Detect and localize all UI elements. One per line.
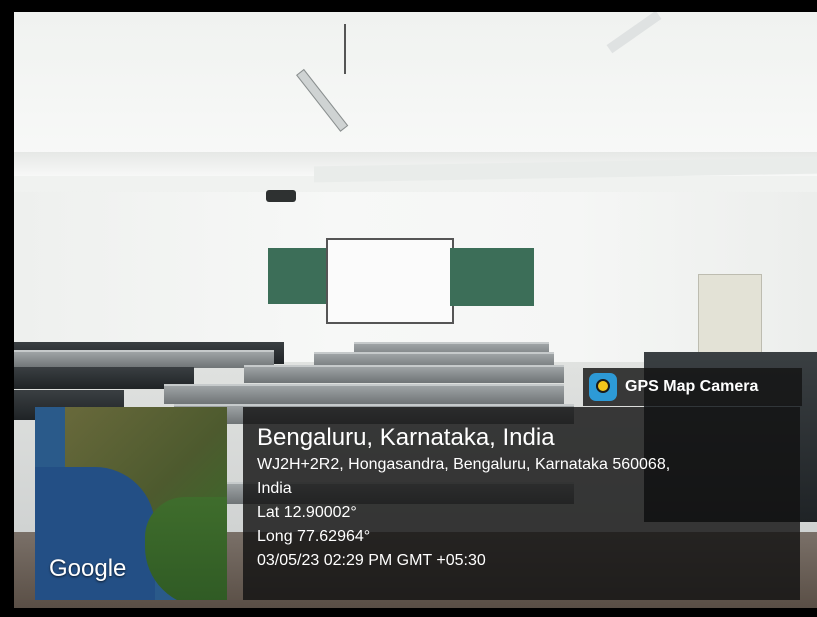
location-title: Bengaluru, Karnataka, India: [257, 424, 555, 451]
location-info-panel: Bengaluru, Karnataka, India WJ2H+2R2, Ho…: [243, 407, 800, 600]
projection-screen: [326, 238, 454, 324]
address-line-2: India: [257, 480, 292, 497]
latitude: Lat 12.90002°: [257, 504, 357, 521]
map-thumbnail: Google: [35, 407, 227, 600]
gps-map-camera-icon: [589, 373, 617, 401]
screenshot-frame: GPS Map Camera Google Bengaluru, Karnata…: [0, 0, 817, 617]
chalkboard-left: [268, 248, 326, 304]
map-attribution: Google: [49, 555, 127, 582]
projector: [266, 190, 296, 202]
chalkboard-right: [450, 248, 534, 306]
app-badge: GPS Map Camera: [583, 368, 802, 406]
datetime: 03/05/23 02:29 PM GMT +05:30: [257, 552, 486, 569]
app-name: GPS Map Camera: [625, 378, 759, 395]
map-land-south: [145, 497, 227, 600]
camera-lens-icon: [596, 379, 610, 393]
ceiling-wire: [344, 24, 346, 74]
bench-row: [244, 365, 564, 383]
longitude: Long 77.62964°: [257, 528, 371, 545]
address-line-1: WJ2H+2R2, Hongasandra, Bengaluru, Karnat…: [257, 456, 671, 473]
bench-row: [14, 350, 274, 368]
ceiling: [14, 12, 817, 162]
bench-row: [164, 384, 564, 404]
